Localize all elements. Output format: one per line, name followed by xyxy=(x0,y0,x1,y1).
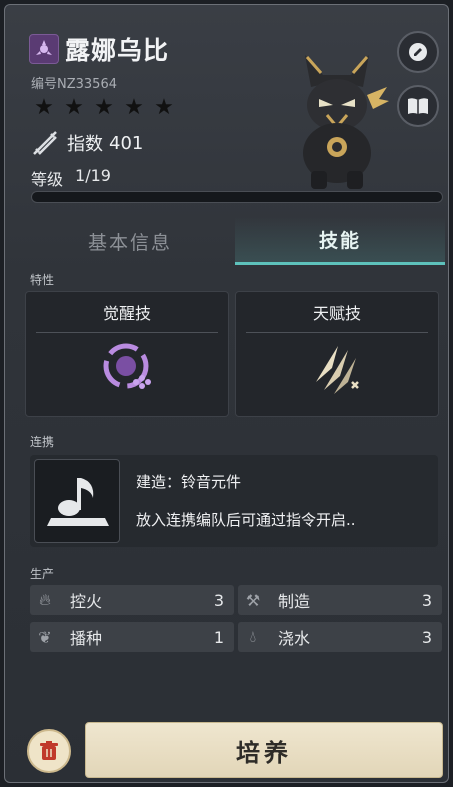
divider xyxy=(246,332,428,333)
trash-icon xyxy=(40,741,58,760)
star-icon: ★ xyxy=(64,95,84,120)
index-row: 指数 401 xyxy=(31,129,143,157)
work-name: 控火 xyxy=(70,592,103,611)
pal-portrait xyxy=(303,55,389,189)
water-drops-icon: 💧︎ xyxy=(249,627,257,646)
work-item-handiwork[interactable]: ⚒ 制造 3 xyxy=(238,585,442,615)
pal-id: 编号NZ33564 xyxy=(31,77,117,92)
tab-bar: 基本信息 技能 xyxy=(25,217,445,265)
level-row: 等级 1/19 xyxy=(31,166,111,190)
level-label: 等级 xyxy=(31,170,64,189)
work-level: 3 xyxy=(421,627,432,647)
tab-skills[interactable]: 技能 xyxy=(235,217,445,265)
pal-name-row: 露娜乌比 xyxy=(29,31,169,67)
link-skill-description: 放入连携编队后可通过指令开启.. xyxy=(136,511,356,529)
level-value: 1/19 xyxy=(75,166,111,185)
work-level: 3 xyxy=(421,590,432,610)
work-name: 制造 xyxy=(278,592,311,611)
link-section-label: 连携 xyxy=(30,435,55,449)
work-item-kindling[interactable]: 🔥︎ 控火 3 xyxy=(30,585,234,615)
star-rating: ★ ★ ★ ★ ★ xyxy=(33,97,175,119)
pal-detail-panel: 露娜乌比 编号NZ33564 ★ ★ ★ ★ ★ 指数 401 等级 1/19 xyxy=(4,4,449,783)
awaken-skill-title: 觉醒技 xyxy=(102,304,151,323)
pal-book-button[interactable] xyxy=(397,85,439,127)
train-button[interactable]: 培养 xyxy=(85,722,443,778)
tab-basic-info-label: 基本信息 xyxy=(87,231,172,254)
release-button[interactable] xyxy=(27,729,71,773)
talent-skill-card[interactable]: 天赋技 xyxy=(235,291,439,417)
tab-basic-info[interactable]: 基本信息 xyxy=(25,217,235,265)
crossed-swords-icon xyxy=(33,131,57,155)
work-level: 3 xyxy=(213,590,224,610)
music-note-icon xyxy=(47,478,109,526)
index-label: 指数 xyxy=(67,134,103,155)
awaken-skill-card[interactable]: 觉醒技 xyxy=(25,291,229,417)
tab-skills-label: 技能 xyxy=(318,230,361,252)
work-item-watering[interactable]: 💧︎ 浇水 3 xyxy=(238,622,442,652)
divider xyxy=(36,332,218,333)
rename-button[interactable] xyxy=(397,31,439,73)
work-level: 1 xyxy=(213,627,224,647)
awaken-skill-icon xyxy=(103,343,151,389)
work-name: 播种 xyxy=(70,629,103,648)
element-icon xyxy=(29,34,59,64)
star-icon: ★ xyxy=(154,95,174,120)
train-button-label: 培养 xyxy=(236,738,292,767)
star-icon: ★ xyxy=(124,95,144,120)
link-skill-title: 建造：铃音元件 xyxy=(136,473,242,491)
edit-icon xyxy=(409,43,427,61)
index-value: 401 xyxy=(109,132,144,154)
star-icon: ★ xyxy=(34,95,54,120)
work-item-planting[interactable]: ❦ 播种 1 xyxy=(30,622,234,652)
pal-name: 露娜乌比 xyxy=(65,36,170,65)
link-skill-icon-frame xyxy=(34,459,120,543)
hammer-icon: ⚒ xyxy=(245,590,261,610)
traits-section-label: 特性 xyxy=(30,273,55,287)
link-skill-card[interactable]: 建造：铃音元件 放入连携编队后可通过指令开启.. xyxy=(30,455,438,547)
work-name: 浇水 xyxy=(278,629,311,648)
production-section-label: 生产 xyxy=(30,567,55,581)
book-icon xyxy=(408,98,428,114)
talent-skill-title: 天赋技 xyxy=(312,304,361,323)
talent-skill-icon xyxy=(316,346,359,394)
star-icon: ★ xyxy=(94,95,114,120)
fire-icon: 🔥︎ xyxy=(39,590,51,609)
sprout-icon: ❦ xyxy=(38,627,52,647)
